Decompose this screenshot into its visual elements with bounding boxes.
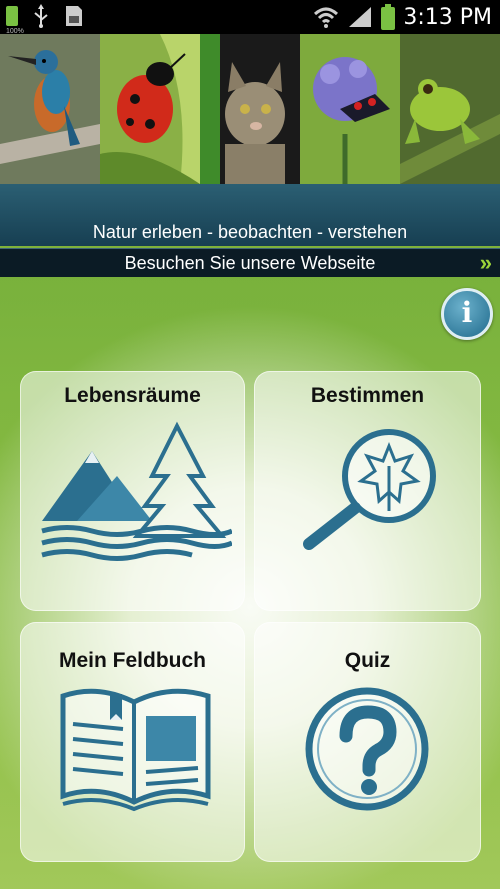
photo-frog (400, 34, 500, 184)
tile-identify[interactable]: Bestimmen (254, 371, 481, 611)
tagline: Natur erleben - beobachten - verstehen (92, 222, 408, 242)
status-bar: 100% 3:13 PM (0, 0, 500, 35)
tile-identify-label: Bestimmen (310, 384, 425, 407)
open-book-icon (60, 688, 211, 812)
visit-website-link[interactable]: Besuchen Sie unsere Webseite » (0, 248, 500, 277)
chevron-right-icon: » (479, 250, 492, 275)
mountains-trees-icon (41, 421, 232, 561)
visit-website-label: Besuchen Sie unsere Webseite (124, 253, 376, 273)
tile-quiz-label: Quiz (344, 649, 391, 672)
tile-fieldbook[interactable]: Mein Feldbuch (20, 622, 245, 862)
magnifier-leaf-icon (303, 429, 436, 550)
photo-kingfisher (0, 34, 100, 184)
photo-cat (200, 34, 300, 184)
clock-time: 3:13 PM (403, 4, 492, 30)
signal-icon (349, 7, 372, 27)
info-button[interactable]: i (441, 288, 493, 340)
wifi-icon (314, 7, 339, 28)
usb-icon (34, 4, 48, 28)
photo-ladybug (100, 34, 200, 184)
battery-small-icon: 100% (6, 6, 24, 35)
question-mark-icon (305, 687, 429, 811)
photo-banner (0, 34, 500, 184)
sd-card-icon (66, 6, 82, 26)
tile-fieldbook-label: Mein Feldbuch (59, 649, 206, 672)
tile-habitats-label: Lebensräume (64, 384, 201, 407)
battery-icon (381, 4, 396, 30)
tile-quiz[interactable]: Quiz (254, 622, 481, 862)
photo-moth-on-flower (300, 34, 400, 184)
tile-habitats[interactable]: Lebensräume (20, 371, 245, 611)
